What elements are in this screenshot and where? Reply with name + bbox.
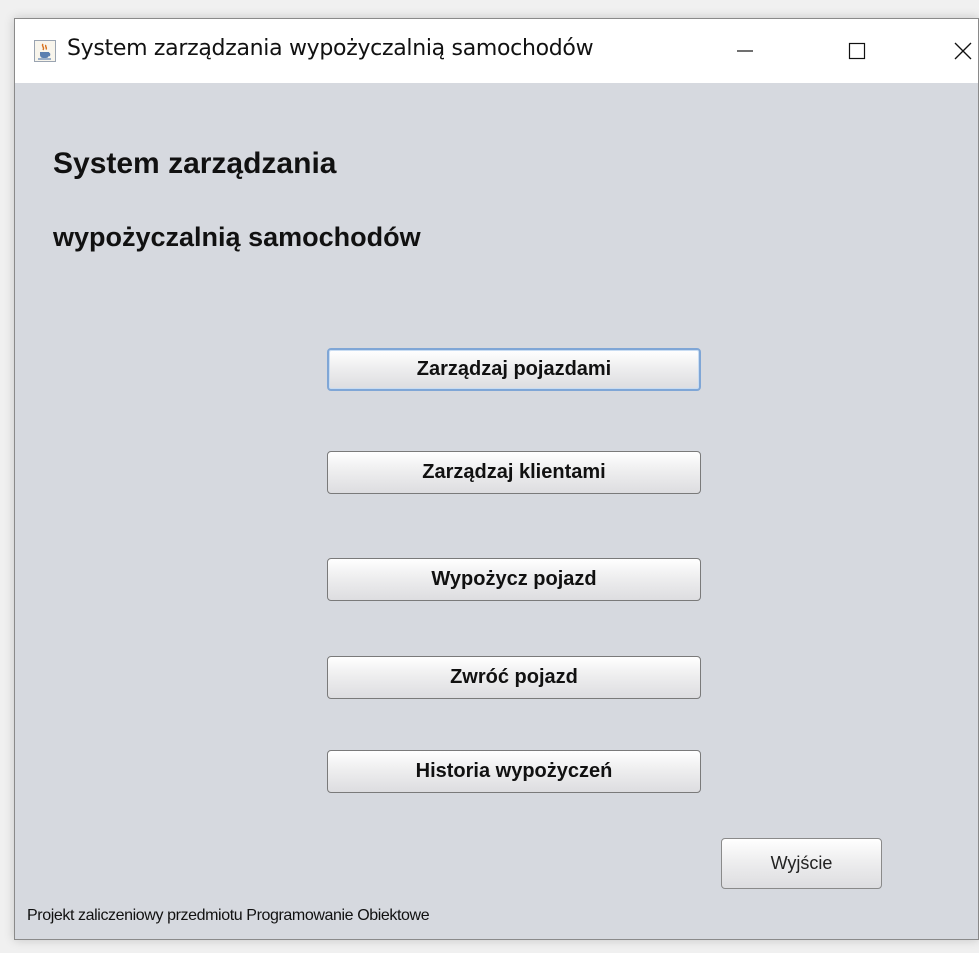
footer-text: Projekt zaliczeniowy przedmiotu Programo… xyxy=(27,907,430,924)
window-title: System zarządzania wypożyczalnią samocho… xyxy=(67,36,594,61)
heading-line-2: wypożyczalnią samochodów xyxy=(53,222,421,252)
return-vehicle-button[interactable]: Zwróć pojazd xyxy=(327,656,701,699)
rental-history-button[interactable]: Historia wypożyczeń xyxy=(327,750,701,793)
app-window: System zarządzania wypożyczalnią samocho… xyxy=(14,18,979,940)
rent-vehicle-button[interactable]: Wypożycz pojazd xyxy=(327,558,701,601)
java-cup-icon[interactable] xyxy=(34,40,56,62)
close-button[interactable] xyxy=(933,19,979,83)
title-bar[interactable]: System zarządzania wypożyczalnią samocho… xyxy=(15,19,978,83)
manage-clients-button[interactable]: Zarządzaj klientami xyxy=(327,451,701,494)
exit-button[interactable]: Wyjście xyxy=(721,838,882,889)
close-icon xyxy=(954,42,972,60)
maximize-button[interactable] xyxy=(827,19,887,83)
minimize-icon xyxy=(737,50,753,52)
maximize-icon xyxy=(848,42,866,60)
heading-line-1: System zarządzania xyxy=(53,147,337,180)
main-panel: System zarządzania wypożyczalnią samocho… xyxy=(15,83,978,939)
manage-vehicles-button[interactable]: Zarządzaj pojazdami xyxy=(327,348,701,391)
minimize-button[interactable] xyxy=(715,19,775,83)
